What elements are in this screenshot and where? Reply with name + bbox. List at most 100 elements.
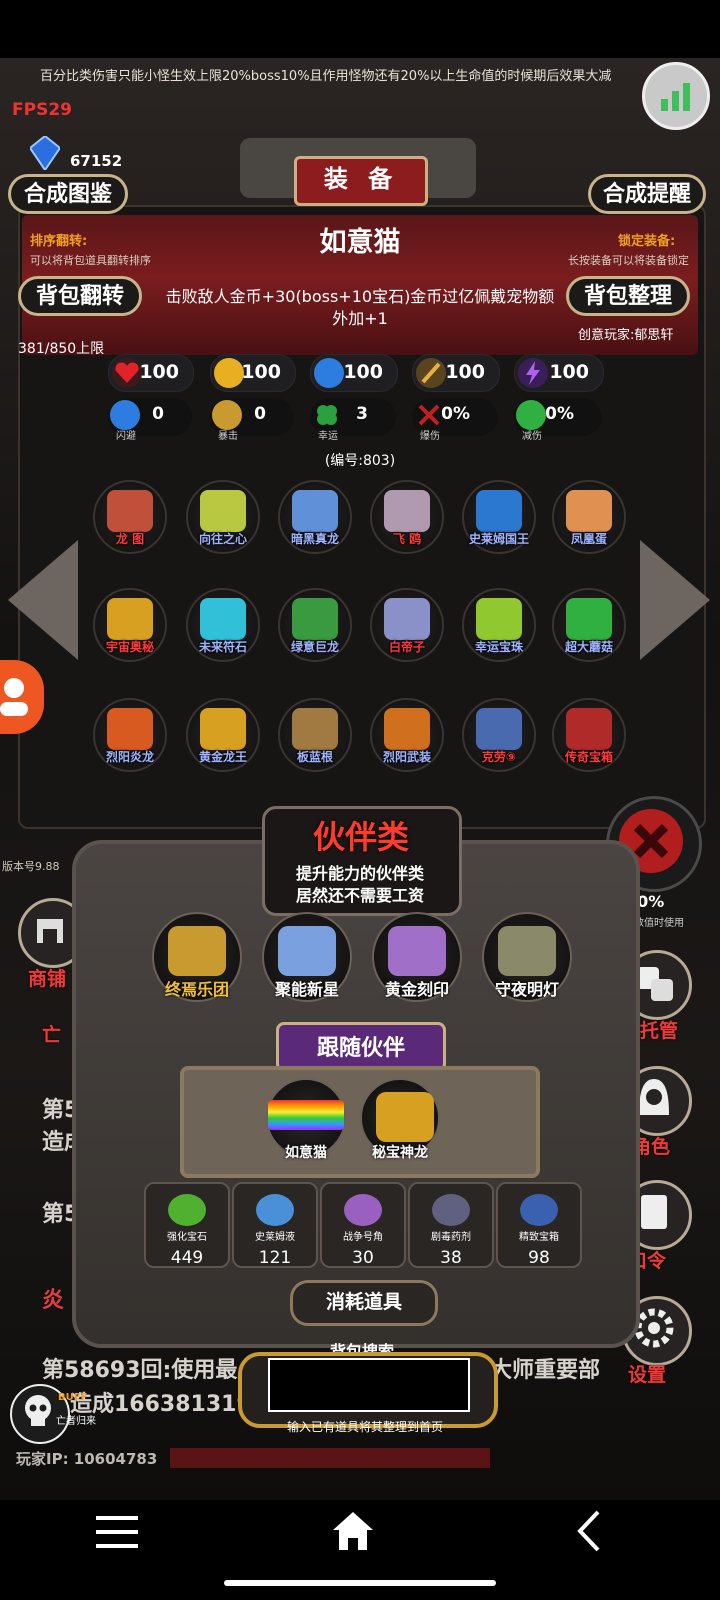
equipment-slot[interactable]: 向往之心 — [186, 480, 260, 554]
pet-name: 如意猫 — [319, 227, 401, 258]
partner-name: 聚能新星 — [274, 980, 339, 999]
equipment-slot[interactable]: 超大蘑菇 — [552, 588, 626, 662]
item-art-icon — [107, 598, 153, 640]
armor-icon — [314, 358, 344, 388]
shop-label: 商铺 — [28, 968, 67, 990]
consumable-item[interactable]: 史莱姆液 121 — [232, 1182, 318, 1268]
follow-title: 跟随伙伴 — [316, 1036, 405, 1061]
bag-organize-button[interactable]: 背包整理 — [566, 276, 690, 316]
equipment-slot[interactable]: 白帝子 — [370, 588, 444, 662]
item-art-icon — [476, 490, 522, 532]
item-art-icon — [476, 708, 522, 750]
equipment-slot[interactable]: 史莱姆国王 — [462, 480, 536, 554]
stat-damage-reduction: 0% 减伤 — [514, 398, 602, 442]
follow-pet[interactable]: 秘宝神龙 — [360, 1078, 440, 1161]
equipment-slot[interactable]: 传奇宝箱 — [552, 698, 626, 772]
home-nav-button[interactable] — [330, 1508, 376, 1554]
version-label: 版本号9.88 — [2, 860, 60, 873]
partner-art-icon — [278, 926, 336, 976]
partner-art-icon — [388, 926, 446, 976]
home-icon — [333, 1512, 373, 1550]
item-name: 传奇宝箱 — [564, 750, 613, 764]
bag-capacity: 381/850上限 — [18, 341, 105, 357]
item-art-icon — [200, 490, 246, 532]
boot-icon — [110, 400, 140, 430]
sword-icon — [416, 358, 446, 388]
consumable-name: 强化宝石 — [167, 1232, 207, 1243]
equipment-slot[interactable]: 板蓝根 — [278, 698, 352, 772]
next-page-button[interactable] — [640, 540, 710, 660]
sort-flip-hint: 可以将背包道具翻转排序 — [30, 254, 151, 267]
menu-icon — [96, 1516, 138, 1548]
signal-stats-button[interactable] — [642, 62, 710, 130]
stat-dodge: 0 闪避 — [108, 398, 192, 442]
partner-desc-line1: 提升能力的伙伴类 — [295, 864, 424, 883]
player-ip: 玩家IP: 10604783 — [16, 1450, 158, 1468]
consumable-item[interactable]: 战争号角 30 — [320, 1182, 406, 1268]
log-line: 大师重要部 — [490, 1358, 601, 1383]
consumable-item[interactable]: 强化宝石 449 — [144, 1182, 230, 1268]
hint-banner: 百分比类伤害只能小怪生效上限20%boss10%且作用怪物还有20%以上生命值的… — [40, 69, 612, 84]
lock-label: 锁定装备: — [618, 234, 676, 249]
item-name: 宇宙奥秘 — [105, 640, 154, 654]
bar-chart-icon — [661, 83, 690, 111]
partner-slot[interactable]: 守夜明灯 — [482, 912, 572, 1002]
partner-slot[interactable]: 黄金刻印 — [372, 912, 462, 1002]
item-name: 未来符石 — [198, 640, 247, 654]
equipment-slot[interactable]: 烈阳武装 — [370, 698, 444, 772]
consumable-art-icon — [256, 1194, 294, 1226]
crossed-swords-icon — [414, 400, 444, 430]
avatar-button[interactable] — [0, 660, 44, 734]
equipment-slot[interactable]: 飞 鸥 — [370, 480, 444, 554]
search-input[interactable] — [268, 1358, 470, 1412]
back-icon — [577, 1510, 600, 1552]
item-name: 烈阳炎龙 — [105, 750, 154, 764]
item-art-icon — [292, 490, 338, 532]
equipment-slot[interactable]: 龙 图 — [93, 480, 167, 554]
equipment-slot[interactable]: 绿意巨龙 — [278, 588, 352, 662]
partner-slot[interactable]: 终焉乐团 — [152, 912, 242, 1002]
gesture-bar — [224, 1580, 496, 1586]
stat-energy: 100 — [514, 354, 604, 392]
consumable-name: 史莱姆液 — [255, 1232, 295, 1243]
item-art-icon — [384, 708, 430, 750]
gem-count: 67152 — [70, 152, 123, 170]
prev-page-button[interactable] — [8, 540, 78, 660]
back-nav-button[interactable] — [570, 1508, 610, 1554]
equipment-title: 装 备 — [294, 156, 428, 206]
equipment-slot[interactable]: 宇宙奥秘 — [93, 588, 167, 662]
consumable-count: 30 — [352, 1248, 374, 1268]
equipment-slot[interactable]: 凤凰蛋 — [552, 480, 626, 554]
atlas-button[interactable]: 合成图鉴 — [8, 174, 128, 214]
equipment-slot[interactable]: 未来符石 — [186, 588, 260, 662]
item-art-icon — [384, 598, 430, 640]
equipment-slot[interactable]: 黄金龙王 — [186, 698, 260, 772]
item-art-icon — [566, 598, 612, 640]
clover-icon — [312, 400, 342, 430]
menu-nav-button[interactable] — [94, 1512, 140, 1552]
log-line: 第58693回:使用最 — [42, 1358, 238, 1383]
equipment-slot[interactable]: 克劳⑨ — [462, 698, 536, 772]
item-name: 飞 鸥 — [392, 532, 422, 546]
equipment-slot[interactable]: 暗黑真龙 — [278, 480, 352, 554]
item-art-icon — [476, 598, 522, 640]
follow-pet[interactable]: 如意猫 — [266, 1078, 346, 1161]
stat-attack: 100 — [412, 354, 500, 392]
partner-art-icon — [498, 926, 556, 976]
equipment-slot[interactable]: 烈阳炎龙 — [93, 698, 167, 772]
item-name: 凤凰蛋 — [570, 532, 607, 546]
consumable-item[interactable]: 精致宝箱 98 — [496, 1182, 582, 1268]
item-name: 黄金龙王 — [198, 750, 247, 764]
crit-icon — [212, 400, 242, 430]
consumable-count: 121 — [258, 1248, 292, 1268]
consumable-item[interactable]: 剧毒药剂 38 — [408, 1182, 494, 1268]
partner-name: 黄金刻印 — [384, 980, 449, 999]
partner-slot[interactable]: 聚能新星 — [262, 912, 352, 1002]
partner-name: 终焉乐团 — [164, 980, 229, 999]
equipment-slot[interactable]: 幸运宝珠 — [462, 588, 536, 662]
auto-manage-label: 托管 — [640, 1020, 679, 1042]
bag-flip-button[interactable]: 背包翻转 — [18, 276, 142, 316]
reminder-button[interactable]: 合成提醒 — [588, 174, 706, 214]
item-name: 龙 图 — [115, 532, 145, 546]
item-name: 超大蘑菇 — [564, 640, 613, 654]
